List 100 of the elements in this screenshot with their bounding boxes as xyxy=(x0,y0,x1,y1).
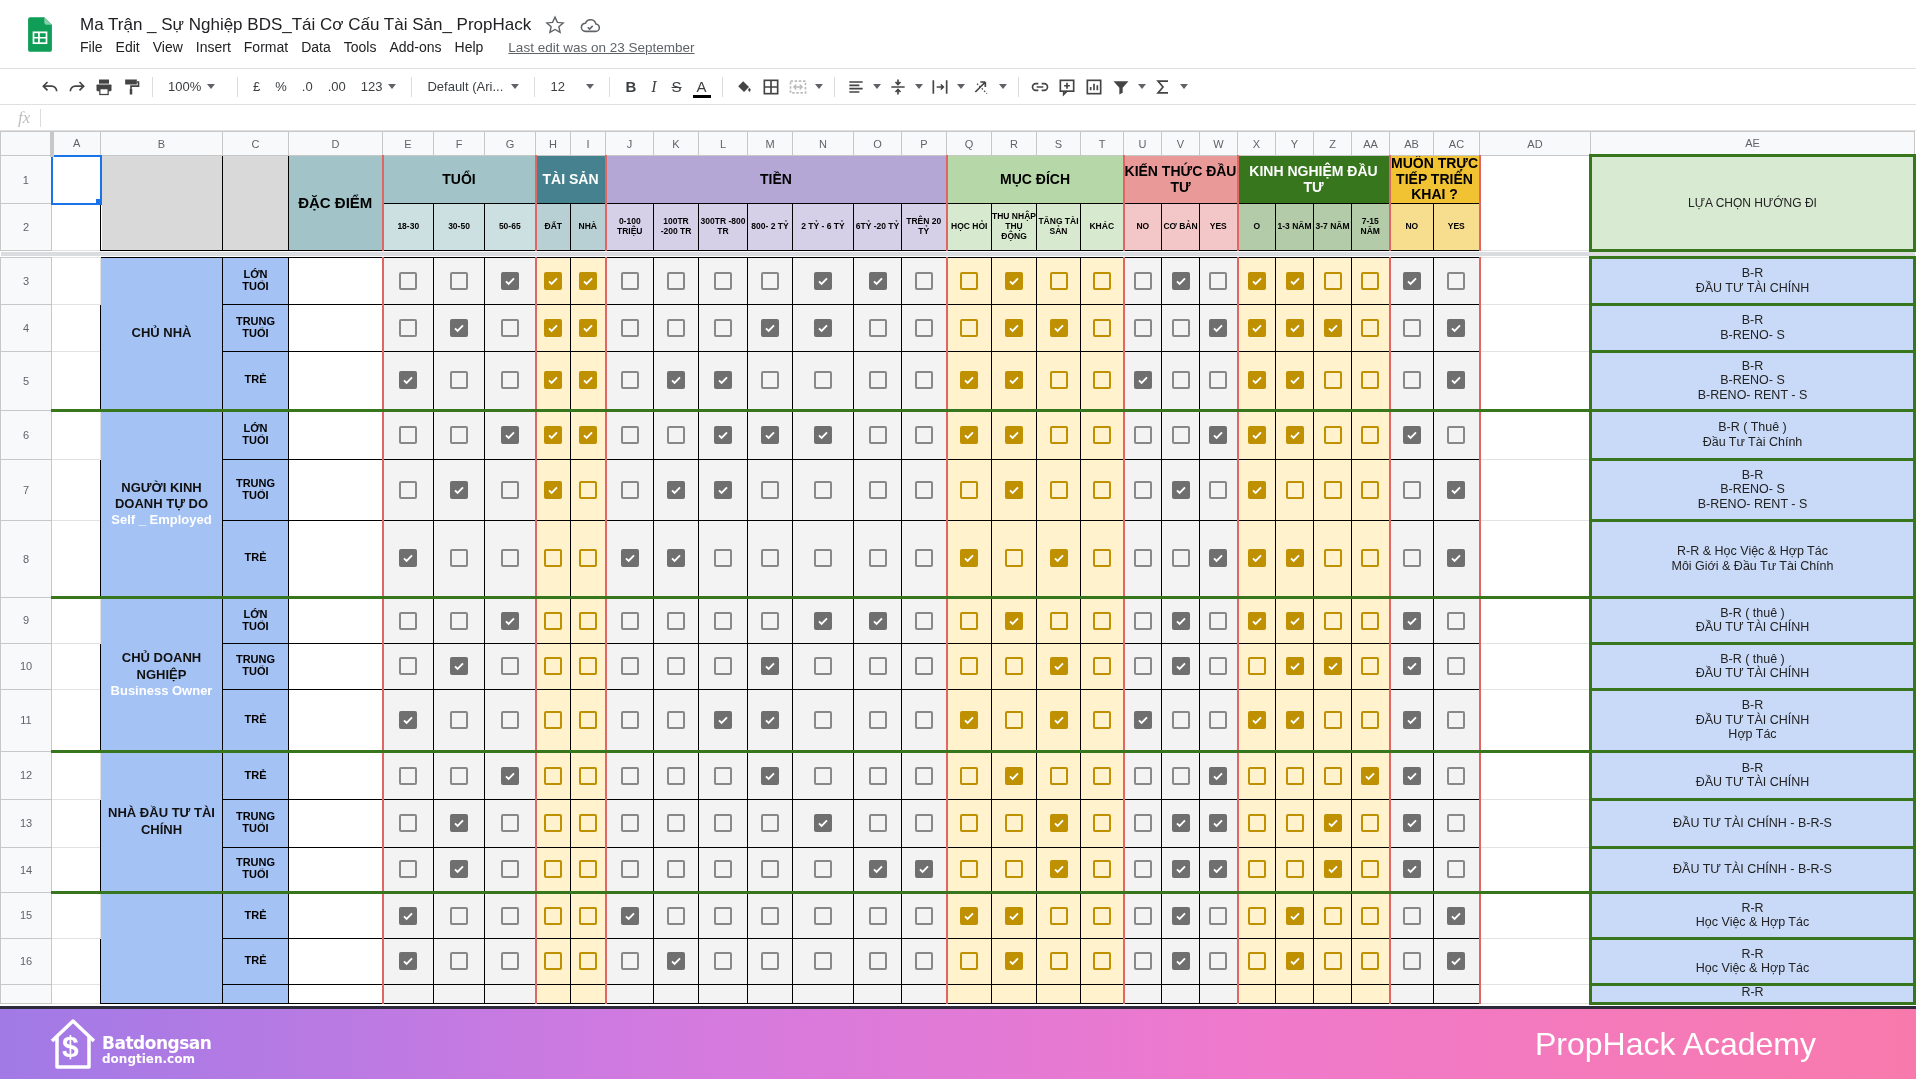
checkbox[interactable] xyxy=(578,766,597,785)
checkbox[interactable] xyxy=(544,371,563,389)
checkbox[interactable] xyxy=(1209,952,1228,970)
checkbox[interactable] xyxy=(1447,814,1466,832)
checkbox[interactable] xyxy=(1323,371,1342,389)
checkbox[interactable] xyxy=(1049,814,1068,832)
checkbox[interactable] xyxy=(620,814,639,832)
checkbox[interactable] xyxy=(450,952,468,970)
checkbox[interactable] xyxy=(814,549,832,567)
checkbox[interactable] xyxy=(1005,710,1023,729)
checkbox[interactable] xyxy=(1323,611,1342,630)
checkbox[interactable] xyxy=(1323,906,1342,925)
font-size-dropdown[interactable]: 12 xyxy=(546,77,599,96)
checkbox[interactable] xyxy=(399,318,418,337)
checkbox[interactable] xyxy=(914,611,933,630)
checkbox[interactable] xyxy=(1323,766,1342,785)
checkbox[interactable] xyxy=(1049,371,1068,389)
checkbox[interactable] xyxy=(399,426,418,444)
checkbox[interactable] xyxy=(1209,814,1228,832)
checkbox[interactable] xyxy=(1285,906,1304,925)
checkbox[interactable] xyxy=(814,271,832,290)
checkbox[interactable] xyxy=(450,860,468,878)
checkbox[interactable] xyxy=(1171,426,1190,444)
checkbox[interactable] xyxy=(1005,318,1023,337)
checkbox[interactable] xyxy=(914,766,933,785)
menu-item[interactable]: Help xyxy=(454,39,484,55)
row-header[interactable]: 4 xyxy=(0,304,52,351)
checkbox[interactable] xyxy=(868,426,887,444)
menu-item[interactable]: Add-ons xyxy=(389,39,442,55)
checkbox[interactable] xyxy=(960,766,979,785)
column-header[interactable]: AD xyxy=(1479,131,1591,156)
checkbox[interactable] xyxy=(450,371,468,389)
checkbox[interactable] xyxy=(500,657,519,675)
checkbox[interactable] xyxy=(868,710,887,729)
checkbox[interactable] xyxy=(500,766,519,785)
checkbox[interactable] xyxy=(960,906,979,925)
checkbox[interactable] xyxy=(960,426,979,444)
row-header[interactable]: 9 xyxy=(0,597,52,643)
checkbox[interactable] xyxy=(1402,860,1421,878)
checkbox[interactable] xyxy=(620,952,639,970)
checkbox[interactable] xyxy=(1285,480,1304,499)
checkbox[interactable] xyxy=(1447,271,1466,290)
checkbox[interactable] xyxy=(667,814,685,832)
checkbox[interactable] xyxy=(544,814,563,832)
checkbox[interactable] xyxy=(714,426,732,444)
checkbox[interactable] xyxy=(1361,271,1380,290)
checkbox[interactable] xyxy=(399,710,418,729)
checkbox[interactable] xyxy=(868,906,887,925)
checkbox[interactable] xyxy=(1005,657,1023,675)
checkbox[interactable] xyxy=(1402,814,1421,832)
increase-decimals-button[interactable]: .00 xyxy=(323,77,350,96)
document-title[interactable]: Ma Trận _ Sự Nghiệp BDS_Tái Cơ Cấu Tài Sản_ PropHack xyxy=(80,15,532,35)
checkbox[interactable] xyxy=(1209,480,1228,499)
checkbox[interactable] xyxy=(914,657,933,675)
checkbox[interactable] xyxy=(814,657,832,675)
checkbox[interactable] xyxy=(814,952,832,970)
checkbox[interactable] xyxy=(544,271,563,290)
checkbox[interactable] xyxy=(399,814,418,832)
row-header[interactable]: 1 xyxy=(0,155,52,204)
checkbox[interactable] xyxy=(1133,426,1152,444)
checkbox[interactable] xyxy=(578,271,597,290)
checkbox[interactable] xyxy=(1209,371,1228,389)
column-header[interactable]: I xyxy=(570,131,606,156)
checkbox[interactable] xyxy=(667,952,685,970)
checkbox[interactable] xyxy=(450,480,468,499)
checkbox[interactable] xyxy=(960,710,979,729)
checkbox[interactable] xyxy=(761,710,779,729)
checkbox[interactable] xyxy=(1133,766,1152,785)
checkbox[interactable] xyxy=(578,611,597,630)
checkbox[interactable] xyxy=(1171,480,1190,499)
menu-item[interactable]: Tools xyxy=(343,39,377,55)
checkbox[interactable] xyxy=(1092,952,1111,970)
column-header[interactable]: U xyxy=(1123,131,1162,156)
checkbox[interactable] xyxy=(1049,657,1068,675)
checkbox[interactable] xyxy=(1133,549,1152,567)
checkbox[interactable] xyxy=(1447,611,1466,630)
checkbox[interactable] xyxy=(1209,906,1228,925)
checkbox[interactable] xyxy=(1402,271,1421,290)
checkbox[interactable] xyxy=(620,480,639,499)
checkbox[interactable] xyxy=(578,814,597,832)
checkbox[interactable] xyxy=(1092,426,1111,444)
checkbox[interactable] xyxy=(914,426,933,444)
checkbox[interactable] xyxy=(1133,271,1152,290)
last-edit-link[interactable]: Last edit was on 23 September xyxy=(508,39,695,55)
column-header[interactable]: D xyxy=(288,131,383,156)
checkbox[interactable] xyxy=(1247,814,1266,832)
row-header[interactable]: 13 xyxy=(0,799,52,847)
checkbox[interactable] xyxy=(1092,549,1111,567)
checkbox[interactable] xyxy=(1447,318,1466,337)
checkbox[interactable] xyxy=(761,860,779,878)
row-header[interactable]: 10 xyxy=(0,643,52,689)
checkbox[interactable] xyxy=(1361,318,1380,337)
menu-item[interactable]: Edit xyxy=(115,39,140,55)
checkbox[interactable] xyxy=(500,906,519,925)
checkbox[interactable] xyxy=(1133,952,1152,970)
column-header[interactable]: Y xyxy=(1275,131,1314,156)
column-header[interactable]: M xyxy=(747,131,793,156)
checkbox[interactable] xyxy=(868,657,887,675)
checkbox[interactable] xyxy=(868,271,887,290)
checkbox[interactable] xyxy=(500,271,519,290)
